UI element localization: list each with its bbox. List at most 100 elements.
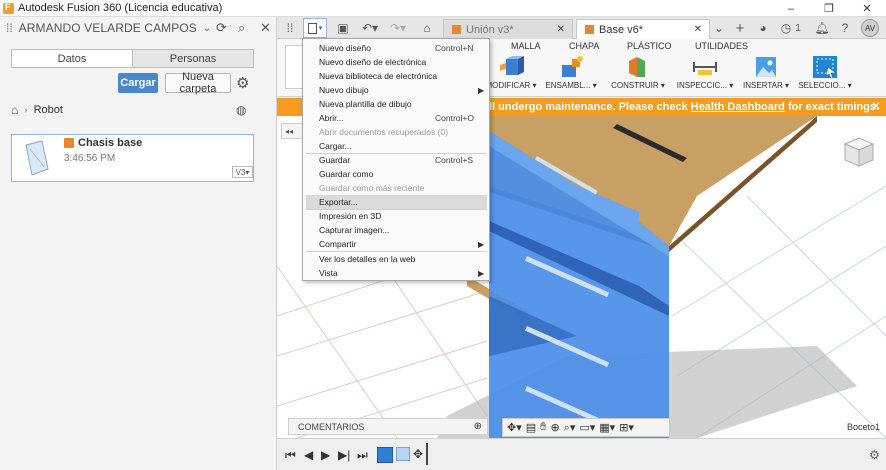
menu-item-new-electronics-design[interactable]: Nuevo diseño de electrónica [303, 55, 489, 69]
job-status-icon[interactable]: ◷ [778, 19, 794, 37]
file-menu-button[interactable]: ▾ [303, 18, 327, 38]
menu-item-3d-print[interactable]: Impresión en 3D [303, 209, 489, 223]
zoom-icon[interactable]: ⊕ [550, 421, 559, 434]
tab-utilidades[interactable]: UTILIDADES [695, 41, 748, 51]
refresh-icon[interactable]: ⟳ [216, 20, 227, 36]
menu-item-new-electronics-library[interactable]: Nueva biblioteca de electrónica [303, 69, 489, 83]
look-at-icon[interactable]: ▤ [526, 421, 536, 434]
tab-plastico[interactable]: PLÁSTICO [627, 41, 672, 51]
tool-label: ENSAMBL... ▾ [545, 81, 597, 90]
doc-tab-base[interactable]: Base v6* ✕ [576, 19, 710, 39]
team-hub-name[interactable]: ARMANDO VELARDE CAMPOS [19, 21, 197, 35]
menu-item-save-as[interactable]: Guardar como [303, 167, 489, 181]
apps-grid-icon[interactable]: ⁞⁞ [6, 21, 13, 35]
new-tab-icon[interactable]: + [731, 19, 749, 37]
window-title: Autodesk Fusion 360 (Licencia educativa) [18, 2, 223, 14]
upload-button[interactable]: Cargar [118, 73, 158, 93]
tab-datos[interactable]: Datos [12, 50, 132, 67]
tab-chapa[interactable]: CHAPA [569, 41, 599, 51]
modify-tool[interactable]: MODIFICAR ▾ [485, 55, 537, 93]
file-menu: Nuevo diseño Control+N Nuevo diseño de el… [302, 38, 490, 281]
gear-icon[interactable]: ⚙ [236, 74, 249, 92]
menu-item-capture-image[interactable]: Capturar imagen... [303, 223, 489, 237]
inspect-tool[interactable]: INSPECCIC... ▾ [677, 55, 733, 93]
timeline-sketch-feature[interactable] [377, 447, 393, 463]
search-icon[interactable]: ⌕ [238, 20, 245, 36]
design-thumbnail [25, 140, 49, 176]
modify-icon [500, 56, 524, 75]
close-tab-icon[interactable]: ✕ [694, 24, 702, 35]
banner-message: ll undergo maintenance. Please check Hea… [489, 101, 880, 113]
home-icon[interactable]: ⌂ [11, 103, 18, 117]
health-dashboard-link[interactable]: Health Dashboard [691, 101, 785, 113]
minimize-button[interactable]: – [772, 0, 810, 17]
doc-tab-label: Unión v3* [466, 23, 514, 36]
home-icon[interactable]: ⌂ [419, 19, 435, 37]
help-icon[interactable]: ? [837, 19, 853, 37]
display-settings-icon[interactable]: ▭▾ [579, 421, 595, 434]
step-forward-icon[interactable]: ▶| [338, 448, 350, 462]
tab-personas[interactable]: Personas [132, 50, 253, 67]
move-icon[interactable]: ✥ [413, 447, 423, 461]
tool-label: CONSTRUIR ▾ [611, 81, 665, 90]
menu-item-upload[interactable]: Cargar... [303, 139, 489, 153]
save-icon[interactable]: ▣ [335, 19, 351, 37]
gear-icon[interactable]: ⚙ [869, 448, 880, 462]
timeline-extrude-feature[interactable] [396, 447, 410, 461]
doc-tab-union[interactable]: Unión v3* ✕ [443, 19, 573, 39]
data-panel-toggle-icon[interactable]: ⁞⁞ [282, 19, 298, 37]
fit-icon[interactable]: ⌕▾ [564, 421, 576, 435]
project-settings-icon[interactable]: ◍ [236, 103, 246, 117]
orbit-icon[interactable]: ✥▾ [507, 421, 522, 434]
menu-item-new-design[interactable]: Nuevo diseño Control+N [303, 41, 489, 55]
navigation-bar: ✥▾ ▤ ✋︎ ⊕ ⌕▾ ▭▾ ▦▾ ⊞▾ [502, 418, 670, 437]
menu-item-share[interactable]: Compartir ▶ [303, 237, 489, 251]
extensions-icon[interactable]: ◕ [755, 19, 771, 37]
pan-icon[interactable]: ✋︎ [540, 421, 546, 434]
menu-item-save[interactable]: Guardar Control+S [303, 153, 489, 167]
maximize-button[interactable]: ❐ [810, 0, 848, 17]
play-icon[interactable]: ▶ [321, 448, 330, 462]
menu-item-export[interactable]: Exportar... [306, 195, 487, 209]
avatar[interactable]: AV [861, 19, 879, 37]
submenu-arrow-icon: ▶ [478, 268, 485, 278]
insert-image-icon [756, 57, 776, 77]
menu-item-new-drawing-template[interactable]: Nueva plantilla de dibujo [303, 97, 489, 111]
redo-icon[interactable]: ↷▾ [387, 19, 409, 37]
viewports-icon[interactable]: ⊞▾ [619, 421, 634, 434]
chevron-down-icon[interactable]: ⌄ [203, 23, 211, 34]
close-tab-icon[interactable]: ✕ [557, 24, 565, 35]
go-to-start-icon[interactable]: ⏮ [285, 448, 296, 463]
assemble-tool[interactable]: ENSAMBL... ▾ [545, 55, 597, 93]
close-panel-icon[interactable]: ✕ [260, 20, 271, 36]
file-card[interactable]: Chasis base 3:46:56 PM V3▾ [11, 134, 254, 182]
view-cube [843, 137, 875, 167]
select-tool[interactable]: SELECCIO... ▾ [798, 55, 852, 93]
close-banner-icon[interactable]: ✕ [871, 99, 881, 113]
notifications-icon[interactable]: 🔔︎ [814, 19, 830, 37]
grid-icon[interactable]: ▦▾ [599, 421, 615, 434]
go-to-end-icon[interactable]: ⏭ [357, 448, 368, 463]
menu-item-new-drawing[interactable]: Nuevo dibujo ▶ [303, 83, 489, 97]
workspace-switcher[interactable] [285, 45, 303, 89]
version-badge[interactable]: V3▾ [232, 166, 253, 178]
menu-item-view[interactable]: Vista ▶ [303, 266, 489, 280]
comments-label: COMENTARIOS [298, 421, 365, 432]
insert-tool[interactable]: INSERTAR ▾ [741, 55, 791, 93]
select-icon [813, 56, 837, 79]
submenu-arrow-icon: ▶ [478, 85, 485, 95]
timeline-marker[interactable] [426, 443, 428, 465]
undo-icon[interactable]: ↶▾ [359, 19, 381, 37]
breadcrumb-project[interactable]: Robot [34, 104, 63, 116]
sketch-label: Boceto1 [847, 422, 881, 432]
construct-tool[interactable]: CONSTRUIR ▾ [611, 55, 665, 93]
comments-panel[interactable]: COMENTARIOS ⊕ [288, 418, 488, 435]
menu-item-view-details-web[interactable]: Ver los detalles en la web [303, 252, 489, 266]
close-window-button[interactable]: ✕ [848, 0, 886, 17]
menu-item-open[interactable]: Abrir... Control+O [303, 111, 489, 125]
add-comment-icon[interactable]: ⊕ [474, 421, 482, 432]
step-back-icon[interactable]: ◀ [304, 448, 313, 462]
tab-overflow-icon[interactable]: ⌄ [710, 19, 728, 37]
new-folder-button[interactable]: Nueva carpeta [165, 71, 231, 95]
tab-malla[interactable]: MALLA [511, 41, 541, 51]
